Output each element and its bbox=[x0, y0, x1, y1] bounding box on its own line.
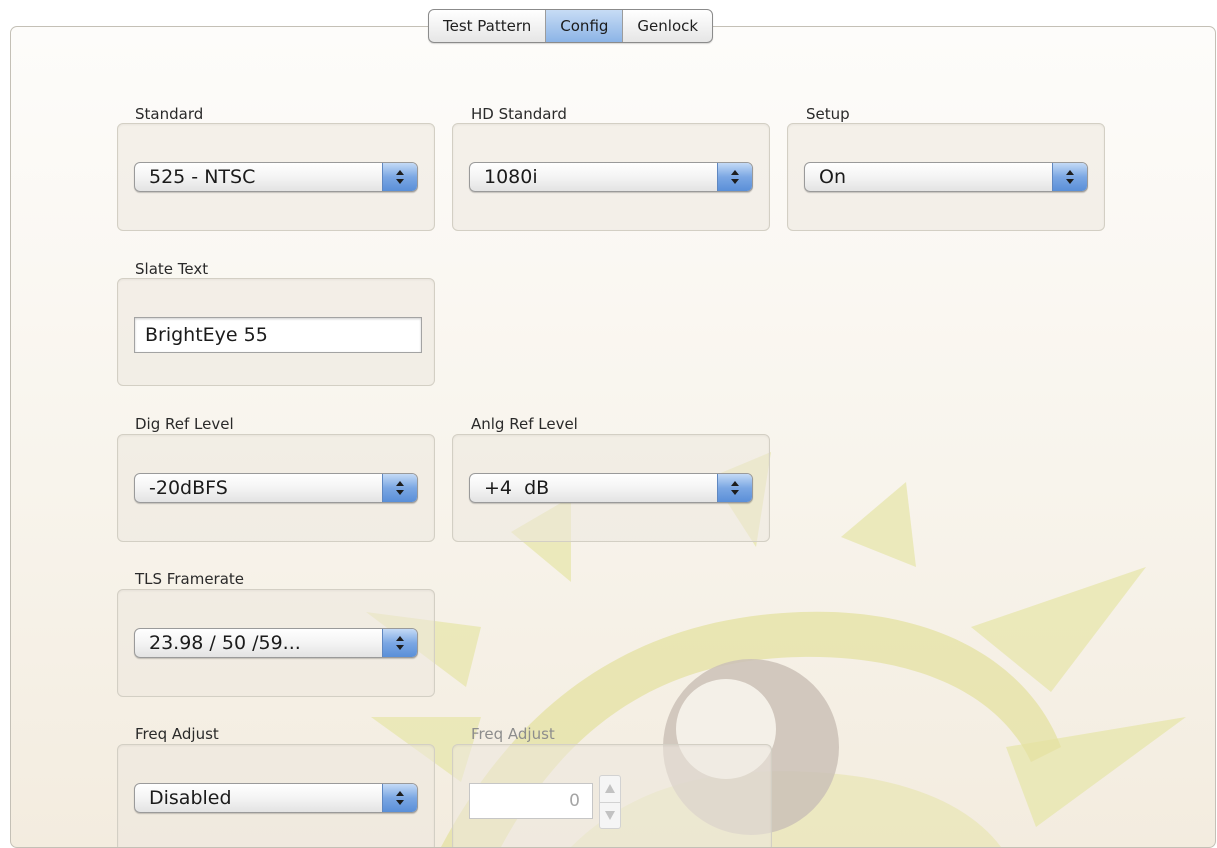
tls-framerate-label: TLS Framerate bbox=[135, 570, 245, 588]
watermark-ray bbox=[841, 482, 916, 567]
freq-adjust-value-input[interactable]: 0 bbox=[469, 783, 593, 819]
dig-ref-level-group: -20dBFS bbox=[117, 434, 435, 542]
setup-group: On bbox=[787, 123, 1105, 231]
tls-framerate-group: 23.98 / 50 /59... bbox=[117, 589, 435, 697]
up-down-arrows-icon bbox=[1052, 163, 1087, 191]
up-down-arrows-icon bbox=[382, 163, 417, 191]
up-down-arrows-icon bbox=[382, 629, 417, 657]
standard-select-value: 525 - NTSC bbox=[149, 166, 256, 188]
hd-standard-select-value: 1080i bbox=[484, 166, 538, 188]
dig-ref-level-label: Dig Ref Level bbox=[135, 415, 234, 433]
tls-framerate-select[interactable]: 23.98 / 50 /59... bbox=[134, 628, 418, 658]
tab-genlock[interactable]: Genlock bbox=[623, 10, 712, 42]
freq-adjust-value-label: Freq Adjust bbox=[471, 725, 555, 743]
dig-ref-level-select[interactable]: -20dBFS bbox=[134, 473, 418, 503]
anlg-ref-level-select[interactable]: +4 dB bbox=[469, 473, 753, 503]
slate-text-input[interactable]: BrightEye 55 bbox=[134, 317, 422, 353]
hd-standard-select[interactable]: 1080i bbox=[469, 162, 753, 192]
setup-select-value: On bbox=[819, 166, 846, 188]
slate-text-group: BrightEye 55 bbox=[117, 278, 435, 386]
tab-test-pattern[interactable]: Test Pattern bbox=[429, 10, 547, 42]
stepper-up-arrow-icon[interactable] bbox=[600, 776, 620, 803]
stepper-down-arrow-icon[interactable] bbox=[600, 802, 620, 828]
slate-text-label: Slate Text bbox=[135, 260, 209, 278]
tab-config[interactable]: Config bbox=[546, 10, 624, 42]
freq-adjust-mode-group: Disabled bbox=[117, 744, 435, 847]
freq-adjust-value-group: 0 bbox=[452, 744, 772, 847]
anlg-ref-level-label: Anlg Ref Level bbox=[471, 415, 578, 433]
up-down-arrows-icon bbox=[717, 474, 752, 502]
tab-bar: Test Pattern Config Genlock bbox=[428, 9, 714, 43]
hd-standard-label: HD Standard bbox=[471, 105, 567, 123]
up-down-arrows-icon bbox=[717, 163, 752, 191]
dig-ref-level-select-value: -20dBFS bbox=[149, 477, 228, 499]
anlg-ref-level-select-value: +4 dB bbox=[484, 477, 550, 499]
up-down-arrows-icon bbox=[382, 474, 417, 502]
freq-adjust-mode-select-value: Disabled bbox=[149, 787, 232, 809]
up-down-arrows-icon bbox=[382, 784, 417, 812]
anlg-ref-level-group: +4 dB bbox=[452, 434, 770, 542]
hd-standard-group: 1080i bbox=[452, 123, 770, 231]
setup-select[interactable]: On bbox=[804, 162, 1088, 192]
standard-select[interactable]: 525 - NTSC bbox=[134, 162, 418, 192]
setup-label: Setup bbox=[806, 105, 850, 123]
standard-label: Standard bbox=[135, 105, 204, 123]
config-panel: Standard 525 - NTSC HD Standard 1080i Se… bbox=[10, 26, 1216, 848]
tls-framerate-select-value: 23.98 / 50 /59... bbox=[149, 632, 301, 654]
freq-adjust-mode-select[interactable]: Disabled bbox=[134, 783, 418, 813]
standard-group: 525 - NTSC bbox=[117, 123, 435, 231]
freq-adjust-stepper[interactable] bbox=[599, 775, 621, 829]
freq-adjust-mode-label: Freq Adjust bbox=[135, 725, 219, 743]
